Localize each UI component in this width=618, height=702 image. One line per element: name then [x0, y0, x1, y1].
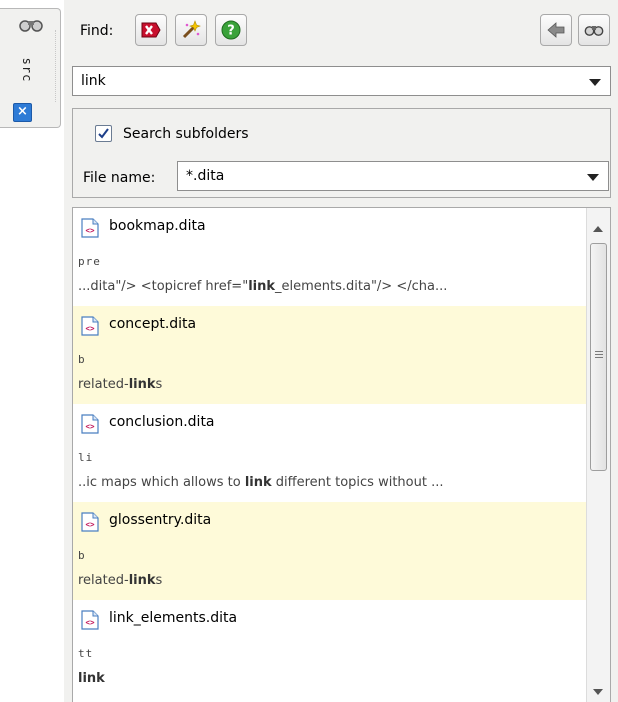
search-query-combo[interactable]: link [72, 66, 611, 96]
find-label: Find: [80, 23, 114, 39]
result-row[interactable]: <> conclusion.dita li ..ic maps which allow… [73, 404, 587, 502]
result-element-name: pre [78, 255, 101, 268]
result-context[interactable]: related-links [78, 573, 162, 588]
result-row[interactable]: <> bookmap.dita pre ...dita"/> <topicref hr… [73, 208, 587, 306]
search-subfolders-label[interactable]: Search subfolders [123, 126, 249, 142]
search-subfolders-checkbox[interactable] [95, 125, 112, 142]
result-row[interactable]: <> link_elements.ditatt link [73, 600, 587, 698]
help-icon: ? [221, 20, 241, 40]
side-tab-src[interactable]: src × [0, 8, 61, 128]
result-context[interactable]: link [78, 671, 105, 686]
clear-results-button[interactable] [175, 14, 207, 46]
file-name-value[interactable]: *.dita [186, 168, 224, 184]
result-file-name[interactable]: conclusion.dita [109, 414, 215, 430]
result-file-name[interactable]: glossentry.dita [109, 512, 211, 528]
svg-text:<>: <> [85, 324, 95, 333]
scroll-thumb[interactable] [590, 243, 607, 471]
back-arrow-icon [547, 22, 565, 38]
chevron-down-icon[interactable] [589, 79, 601, 86]
result-element-name: b [78, 549, 86, 562]
resize-grip[interactable] [55, 30, 58, 102]
scroll-up-arrow-icon[interactable] [593, 226, 603, 232]
scroll-down-arrow-icon[interactable] [593, 689, 603, 695]
context-after: s [155, 377, 163, 392]
context-after: s [155, 573, 163, 588]
result-context[interactable]: related-links [78, 377, 162, 392]
search-query-value[interactable]: link [81, 73, 106, 89]
file-name-label: File name: [83, 170, 156, 186]
dita-file-icon: <> [81, 610, 99, 630]
dita-file-icon: <> [81, 316, 99, 336]
context-match: link [248, 279, 275, 294]
context-match: link [128, 573, 156, 588]
search-options-box: Search subfolders File name: *.dita [72, 108, 611, 198]
stop-search-button[interactable] [135, 14, 167, 46]
binoculars-icon [19, 20, 43, 32]
context-before: ..ic maps which allows to [78, 475, 245, 490]
context-match: link [244, 475, 272, 490]
back-button[interactable] [540, 14, 572, 46]
context-before: related- [78, 377, 129, 392]
context-before: ...dita"/> <topicref href=" [78, 279, 249, 294]
stop-icon [141, 22, 161, 38]
binoculars-icon [584, 26, 604, 36]
help-button[interactable]: ? [215, 14, 247, 46]
checkmark-icon [98, 128, 109, 139]
dita-file-icon: <> [81, 512, 99, 532]
result-file-name[interactable]: bookmap.dita [109, 218, 206, 234]
find-button[interactable] [578, 14, 610, 46]
context-match: link [78, 671, 105, 686]
side-tab-strip: src × [0, 0, 62, 702]
svg-text:<>: <> [85, 618, 95, 627]
result-file-name[interactable]: concept.dita [109, 316, 196, 332]
close-icon[interactable]: × [13, 103, 32, 122]
file-name-combo[interactable]: *.dita [177, 161, 609, 191]
results-rows: <> bookmap.dita pre ...dita"/> <topicref hr… [73, 208, 587, 698]
results-list[interactable]: <> bookmap.dita pre ...dita"/> <topicref hr… [72, 207, 611, 702]
svg-text:<>: <> [85, 226, 95, 235]
result-context[interactable]: ...dita"/> <topicref href="link_elements… [78, 279, 447, 294]
dita-file-icon: <> [81, 218, 99, 238]
dita-file-icon: <> [81, 414, 99, 434]
context-before: related- [78, 573, 129, 588]
side-tab-label: src [20, 57, 34, 83]
vertical-scrollbar[interactable] [586, 208, 610, 702]
result-row[interactable]: <> concept.dita b related-links [73, 306, 587, 404]
context-after: _elements.dita"/> </cha... [275, 279, 448, 294]
svg-text:<>: <> [85, 520, 95, 529]
find-panel: Find: ? link Search subfolders File name… [64, 0, 618, 702]
result-element-name: b [78, 353, 86, 366]
result-context[interactable]: ..ic maps which allows to link different… [78, 475, 443, 490]
context-after: different topics without ... [271, 475, 444, 490]
result-element-name: li [78, 451, 94, 464]
svg-text:?: ? [227, 24, 235, 39]
result-file-name[interactable]: link_elements.dita [109, 610, 237, 626]
svg-text:<>: <> [85, 422, 95, 431]
result-element-name: tt [78, 647, 94, 660]
magic-wand-icon [182, 20, 201, 39]
context-match: link [128, 377, 156, 392]
result-row[interactable]: <> glossentry.dita b related-links [73, 502, 587, 600]
chevron-down-icon[interactable] [587, 174, 599, 181]
